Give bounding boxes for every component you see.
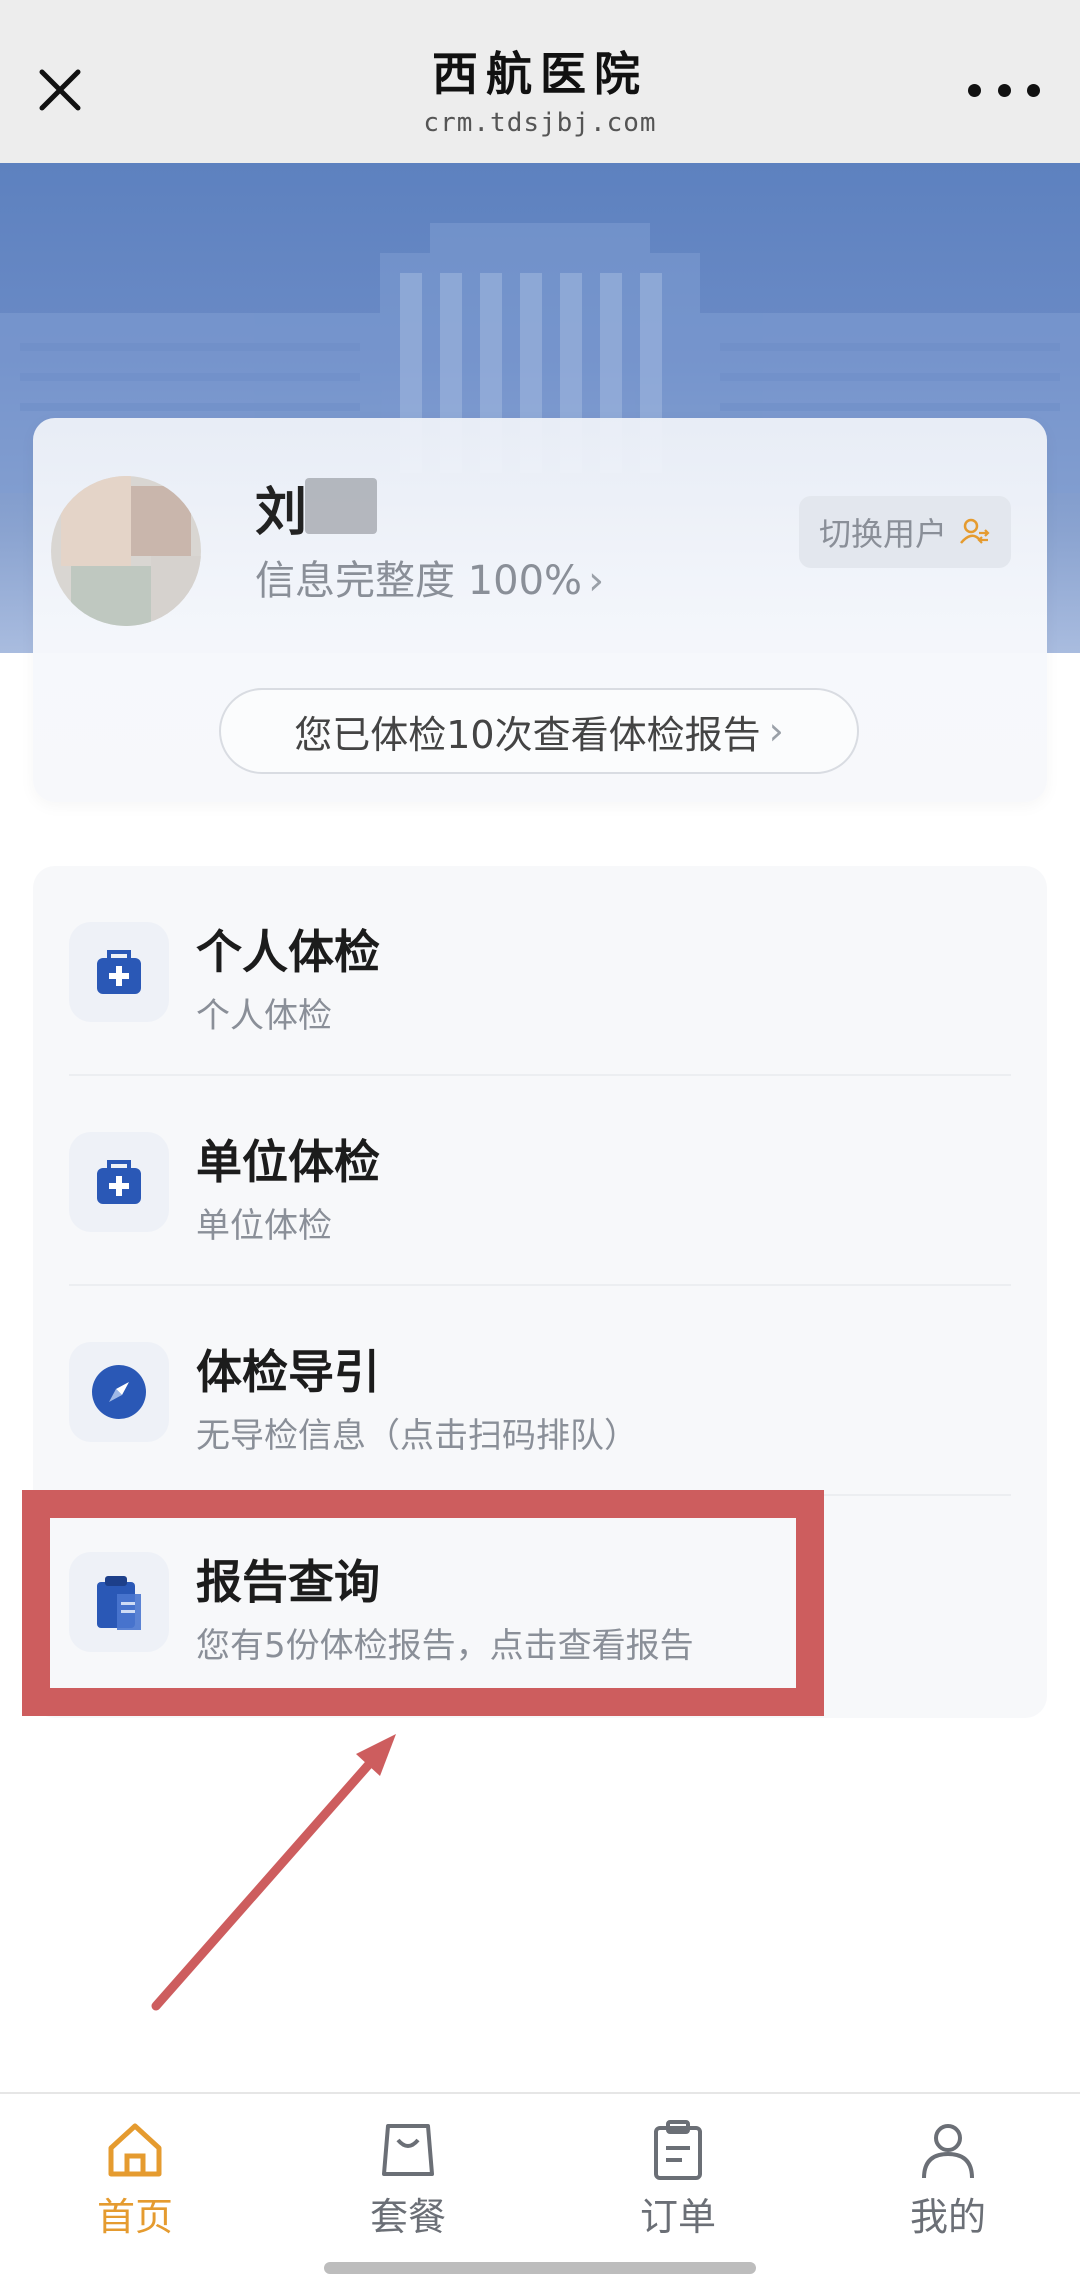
menu-item-subtitle: 单位体检 — [196, 1206, 332, 1246]
menu-item-subtitle: 无导检信息（点击扫码排队） — [196, 1416, 638, 1456]
menu-item-title: 个人体检 — [196, 925, 380, 979]
page-title: 西航医院 — [432, 47, 648, 101]
tab-packages[interactable]: 套餐 — [328, 2118, 488, 2241]
menu-item-personal-checkup[interactable]: 个人体检 个人体检 — [33, 866, 1047, 1076]
more-button[interactable] — [968, 72, 1040, 108]
tab-label: 订单 — [639, 2195, 716, 2239]
menu-item-subtitle: 个人体检 — [196, 996, 332, 1036]
profile-card: 刘 信息完整度 100% › 切换用户 您已体检10次查看体检报告 › — [33, 418, 1047, 802]
user-icon — [922, 2124, 974, 2179]
tab-orders[interactable]: 订单 — [598, 2118, 758, 2241]
menu-item-checkup-guide[interactable]: 体检导引 无导检信息（点击扫码排队） — [33, 1286, 1047, 1496]
clipboard-icon — [654, 2120, 702, 2180]
compass-icon — [69, 1342, 169, 1442]
more-dot — [968, 83, 981, 97]
menu-item-title: 体检导引 — [196, 1345, 380, 1399]
home-indicator — [324, 2262, 756, 2274]
tab-label: 首页 — [96, 2195, 173, 2239]
bag-icon — [382, 2124, 434, 2176]
menu-item-title: 单位体检 — [196, 1135, 380, 1189]
view-report-history-button[interactable]: 您已体检10次查看体检报告 › — [219, 688, 859, 774]
more-dot — [997, 83, 1011, 97]
info-completeness[interactable]: 信息完整度 100% › — [255, 548, 604, 606]
avatar[interactable] — [51, 476, 201, 626]
tab-home[interactable]: 首页 — [55, 2118, 215, 2241]
report-history-label: 您已体检10次查看体检报告 — [294, 712, 761, 757]
more-dot — [1027, 83, 1040, 97]
chevron-right-icon: › — [768, 709, 784, 753]
completeness-label: 信息完整度 100% — [255, 558, 583, 604]
chevron-right-icon: › — [588, 558, 605, 604]
tab-label: 我的 — [909, 2195, 986, 2239]
user-name: 刘 — [255, 483, 308, 543]
tab-profile[interactable]: 我的 — [868, 2118, 1028, 2241]
highlight-box — [22, 1490, 824, 1716]
switch-user-button[interactable]: 切换用户 — [798, 496, 1011, 568]
switch-user-label: 切换用户 — [818, 515, 947, 553]
medical-kit-icon — [69, 1132, 169, 1232]
medical-kit-icon — [69, 922, 169, 1022]
menu-item-company-checkup[interactable]: 单位体检 单位体检 — [33, 1076, 1047, 1286]
switch-user-icon — [960, 518, 990, 544]
page-url: crm.tdsjbj.com — [423, 108, 657, 138]
title-bar: 西航医院 crm.tdsjbj.com — [0, 0, 1080, 163]
tab-label: 套餐 — [369, 2195, 446, 2239]
name-mask — [305, 478, 377, 534]
home-icon — [108, 2123, 162, 2177]
